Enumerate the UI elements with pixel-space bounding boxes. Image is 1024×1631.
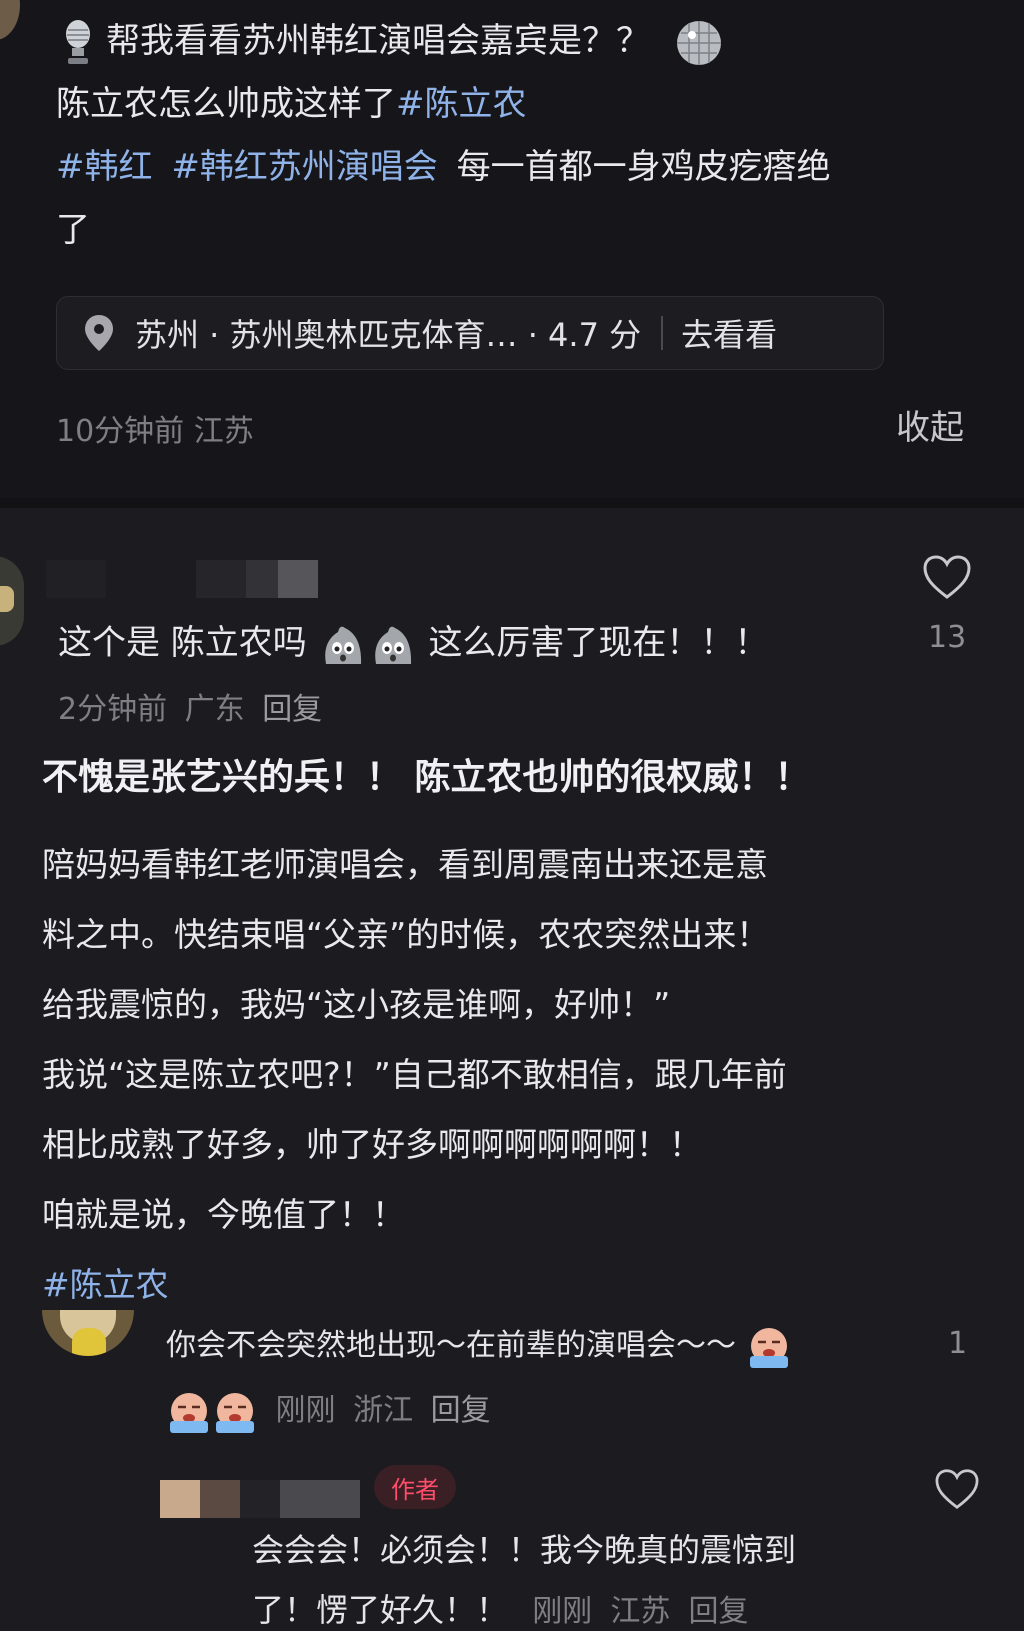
shocked-face-icon (368, 620, 418, 670)
reply-button[interactable]: 回复 (431, 1393, 491, 1428)
shocked-face-icon (318, 620, 368, 670)
location-text: 苏州 · 苏州奥林匹克体育… · 4.7 分 (135, 316, 642, 354)
username[interactable] (160, 1480, 360, 1518)
comment-headline: 不愧是张艺兴的兵！！ 陈立农也帅的很权威！！ (42, 757, 811, 798)
comment-body-line: 相比成熟了好多，帅了好多啊啊啊啊啊啊！！ (42, 1125, 702, 1164)
author-badge: 作者 (374, 1465, 456, 1509)
like-count: 13 (928, 620, 967, 655)
post-line-3: #韩红 #韩红苏州演唱会 每一首都一身鸡皮疙瘩绝 (56, 136, 831, 198)
reply-text-line-2: 了！愣了好久！！ 刚刚 江苏 回复 (252, 1585, 749, 1631)
post-title-text: 帮我看看苏州韩红演唱会嘉宾是？？ (106, 21, 650, 61)
reply-time: 刚刚 (275, 1393, 336, 1428)
disco-ball-icon (675, 19, 723, 67)
location-card[interactable]: 苏州 · 苏州奥林匹克体育… · 4.7 分 去看看 (56, 296, 884, 370)
comment-text-start: 这个是 陈立农吗 (58, 623, 307, 663)
collapse-button[interactable]: 收起 (896, 400, 964, 449)
like-heart-icon[interactable] (934, 1468, 980, 1514)
comment-body-line: 咱就是说，今晚值了！！ (42, 1195, 405, 1234)
hashtag-link[interactable]: #韩红 (56, 147, 153, 187)
hashtag-link[interactable]: #韩红苏州演唱会 (171, 147, 438, 187)
reply-button[interactable]: 回复 (262, 692, 322, 727)
hashtag-link[interactable]: #陈立农 (396, 84, 527, 124)
post-text: 每一首都一身鸡皮疙瘩绝 (456, 147, 831, 187)
comment-body-line: 给我震惊的，我妈“这小孩是谁啊，好帅！” (42, 985, 671, 1024)
divider (661, 316, 664, 350)
comment-meta: 2分钟前 广东 回复 (58, 684, 322, 728)
post-timestamp: 10分钟前 江苏 (56, 414, 254, 449)
location-pin-icon (81, 315, 117, 351)
reply-text-content: 你会不会突然地出现～在前辈的演唱会～～ (166, 1328, 736, 1363)
crying-face-icon (746, 1324, 792, 1370)
comment-time: 2分钟前 (58, 692, 168, 727)
comment-body: 陪妈妈看韩红老师演唱会，看到周震南出来还是意 料之中。快结束唱“父亲”的时候，农… (42, 830, 1002, 1320)
reply-region: 江苏 (610, 1594, 671, 1629)
reply-meta: 刚刚 浙江 回复 (166, 1385, 491, 1435)
crying-face-icon (166, 1389, 212, 1435)
avatar[interactable] (42, 1310, 134, 1356)
comment-text: 这个是 陈立农吗 这么厉害了现在！！！ (58, 612, 768, 674)
section-divider (0, 498, 1024, 508)
reply-button[interactable]: 回复 (689, 1594, 749, 1629)
crying-face-icon (212, 1389, 258, 1435)
reply-text: 会会会！必须会！！我今晚真的震惊到 (252, 1531, 797, 1569)
post-line-1: 帮我看看苏州韩红演唱会嘉宾是？？ (56, 10, 956, 72)
post-line-4: 了 (56, 210, 90, 250)
comment-body-line: 料之中。快结束唱“父亲”的时候，农农突然出来！ (42, 915, 770, 954)
go-see-button[interactable]: 去看看 (681, 310, 777, 356)
reply-text: 你会不会突然地出现～在前辈的演唱会～～ (166, 1320, 792, 1370)
hashtag-link[interactable]: #陈立农 (42, 1250, 1002, 1320)
post-text: 陈立农怎么帅成这样了 (56, 84, 396, 124)
post-line-2: 陈立农怎么帅成这样了#陈立农 (56, 73, 527, 135)
username[interactable] (46, 560, 318, 598)
like-count: 1 (948, 1326, 968, 1361)
comment-body-line: 我说“这是陈立农吧?！”自己都不敢相信，跟几年前 (42, 1055, 787, 1094)
reply-region: 浙江 (353, 1393, 414, 1428)
avatar[interactable] (0, 556, 24, 646)
reply-text-content: 了！愣了好久！！ (252, 1591, 509, 1629)
microphone-icon (56, 18, 100, 68)
comment-region: 广东 (184, 692, 245, 727)
reply-time: 刚刚 (532, 1594, 593, 1629)
comment-body-line: 陪妈妈看韩红老师演唱会，看到周震南出来还是意 (42, 845, 768, 884)
like-heart-icon[interactable] (922, 554, 972, 604)
comment-text-end: 这么厉害了现在！！！ (428, 623, 769, 663)
